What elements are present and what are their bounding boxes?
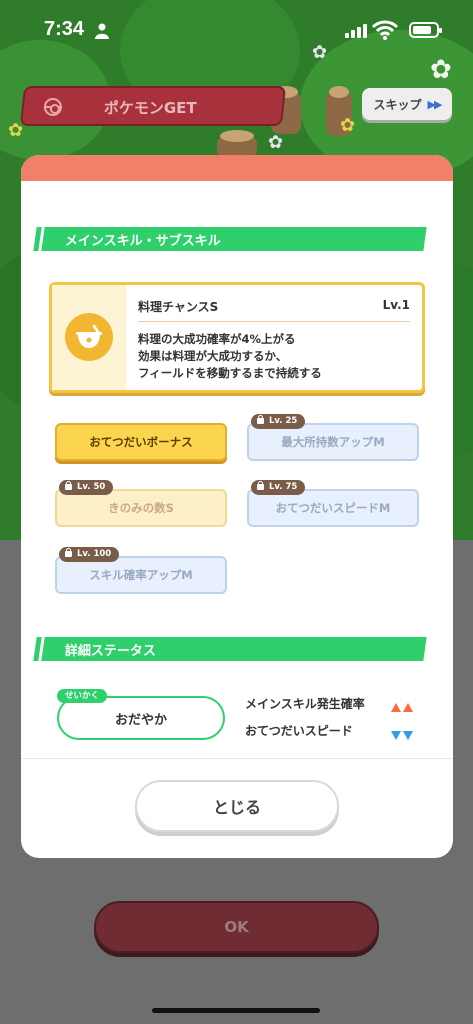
stat-main-skill-chance: メインスキル発生確率 <box>245 697 365 711</box>
up-arrows-icon <box>389 697 413 716</box>
ok-button[interactable]: OK <box>94 901 379 953</box>
main-skill-description: 料理の大成功確率が4%上がる 効果は料理が大成功するか、 フィールドを移動するま… <box>138 332 322 380</box>
cooking-pot-icon <box>65 313 113 361</box>
nature-value: おだやか <box>114 712 167 728</box>
pokemon-detail-modal: メインスキル・サブスキル 料理チャンスS Lv.1 料理の大成功確率が4%上がる… <box>21 155 453 858</box>
person-icon <box>95 23 109 39</box>
lock-level-tag: Lv. 75 <box>251 480 306 495</box>
flower-icon: ✿ <box>8 120 24 141</box>
status-bar: 7:34 <box>0 0 473 60</box>
nature-tag: せいかく <box>57 689 108 703</box>
lock-icon <box>257 481 264 490</box>
section-title: メインスキル・サブスキル <box>64 234 221 249</box>
sub-skill-helping-speed-m[interactable]: Lv. 75 おてつだいスピードM <box>247 480 419 527</box>
status-time: 7:34 <box>44 18 85 40</box>
flower-icon: ✿ <box>268 132 284 153</box>
lock-icon <box>257 415 264 424</box>
lock-level-tag: Lv. 50 <box>59 480 114 495</box>
down-arrows-icon <box>389 725 413 744</box>
sub-skill-inventory-up-m[interactable]: Lv. 25 最大所持数アップM <box>247 414 419 461</box>
pokeball-icon <box>43 98 62 116</box>
main-skill-card[interactable]: 料理チャンスS Lv.1 料理の大成功確率が4%上がる 効果は料理が大成功するか… <box>49 282 425 393</box>
sub-skill-skill-trigger-m[interactable]: Lv. 100 スキル確率アップM <box>55 547 227 594</box>
lock-level-tag: Lv. 25 <box>251 414 306 429</box>
close-button[interactable]: とじる <box>135 780 339 832</box>
lock-level-tag: Lv. 100 <box>59 547 120 562</box>
skip-button[interactable]: スキップ ▶▶ <box>362 88 452 120</box>
skip-label: スキップ <box>373 97 422 112</box>
cellular-signal-icon <box>345 24 367 38</box>
lock-icon <box>65 548 72 557</box>
sub-skill-helping-bonus[interactable]: おてつだいボーナス <box>55 423 227 461</box>
flower-icon: ✿ <box>340 115 356 136</box>
main-skill-name: 料理チャンスS <box>138 300 219 314</box>
lock-icon <box>65 481 72 490</box>
divider <box>21 758 453 759</box>
main-sub-skill-header: メインスキル・サブスキル <box>41 227 427 251</box>
battery-icon <box>409 22 442 38</box>
section-title: 詳細ステータス <box>64 644 156 659</box>
home-indicator[interactable] <box>152 1008 320 1013</box>
detail-status-header: 詳細ステータス <box>41 637 427 661</box>
pokemon-get-banner: ポケモンGET <box>19 86 287 126</box>
banner-label: ポケモンGET <box>103 99 197 117</box>
sub-skill-berry-finding-s[interactable]: Lv. 50 きのみの数S <box>55 480 227 527</box>
main-skill-level: Lv.1 <box>382 298 410 312</box>
divider <box>138 321 410 322</box>
skill-icon-panel <box>52 285 126 390</box>
modal-top-band <box>21 155 453 181</box>
stat-helping-speed: おてつだいスピード <box>245 724 353 738</box>
wifi-icon <box>372 20 398 40</box>
fast-forward-icon: ▶▶ <box>427 97 443 111</box>
